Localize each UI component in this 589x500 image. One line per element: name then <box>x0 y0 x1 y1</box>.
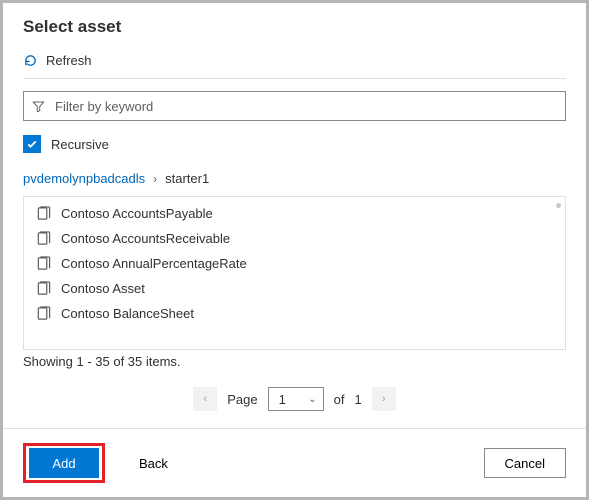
filter-input[interactable] <box>53 98 557 115</box>
scrollbar-thumb[interactable] <box>556 203 561 208</box>
chevron-right-icon: › <box>153 172 157 186</box>
refresh-label: Refresh <box>46 53 92 68</box>
list-item-label: Contoso AnnualPercentageRate <box>61 256 247 271</box>
refresh-button[interactable]: Refresh <box>23 51 566 78</box>
divider <box>23 78 566 79</box>
select-asset-dialog: Select asset Refresh Recursive pvdemolyn… <box>0 0 589 500</box>
dialog-body: Select asset Refresh Recursive pvdemolyn… <box>3 3 586 428</box>
list-item-label: Contoso AccountsPayable <box>61 206 213 221</box>
funnel-icon <box>32 100 45 113</box>
asset-file-icon <box>36 281 51 296</box>
pager-prev-button[interactable]: ‹ <box>193 387 217 411</box>
list-item[interactable]: Contoso BalanceSheet <box>24 301 565 326</box>
list-item[interactable]: Contoso Asset <box>24 276 565 301</box>
list-item[interactable]: Contoso AccountsPayable <box>24 201 565 226</box>
refresh-icon <box>23 53 38 68</box>
recursive-row: Recursive <box>23 135 566 153</box>
list-item[interactable]: Contoso AccountsReceivable <box>24 226 565 251</box>
cancel-button[interactable]: Cancel <box>484 448 566 478</box>
list-item-label: Contoso Asset <box>61 281 145 296</box>
pager-page-label: Page <box>227 392 257 407</box>
pager-current: 1 <box>279 392 286 407</box>
asset-list[interactable]: Contoso AccountsPayable Contoso Accounts… <box>23 196 566 350</box>
recursive-label: Recursive <box>51 137 109 152</box>
asset-file-icon <box>36 231 51 246</box>
highlight-annotation: Add <box>23 443 105 483</box>
dialog-footer: Add Back Cancel <box>3 428 586 497</box>
pager-total: 1 <box>354 392 361 407</box>
showing-text: Showing 1 - 35 of 35 items. <box>23 354 566 369</box>
back-button[interactable]: Back <box>119 448 188 478</box>
chevron-down-icon: ⌄ <box>308 394 316 405</box>
list-item[interactable]: Contoso AnnualPercentageRate <box>24 251 565 276</box>
pager-of-label: of <box>334 392 345 407</box>
breadcrumb-root[interactable]: pvdemolynpbadcadls <box>23 171 145 186</box>
asset-file-icon <box>36 206 51 221</box>
asset-file-icon <box>36 306 51 321</box>
asset-file-icon <box>36 256 51 271</box>
breadcrumb-current: starter1 <box>165 171 209 186</box>
add-button[interactable]: Add <box>29 448 99 478</box>
recursive-checkbox[interactable] <box>23 135 41 153</box>
pager-page-select[interactable]: 1 ⌄ <box>268 387 324 411</box>
filter-input-wrap[interactable] <box>23 91 566 121</box>
pager: ‹ Page 1 ⌄ of 1 › <box>23 387 566 411</box>
breadcrumb: pvdemolynpbadcadls › starter1 <box>23 171 566 186</box>
list-item-label: Contoso BalanceSheet <box>61 306 194 321</box>
list-item-label: Contoso AccountsReceivable <box>61 231 230 246</box>
dialog-title: Select asset <box>23 17 566 37</box>
pager-next-button[interactable]: › <box>372 387 396 411</box>
